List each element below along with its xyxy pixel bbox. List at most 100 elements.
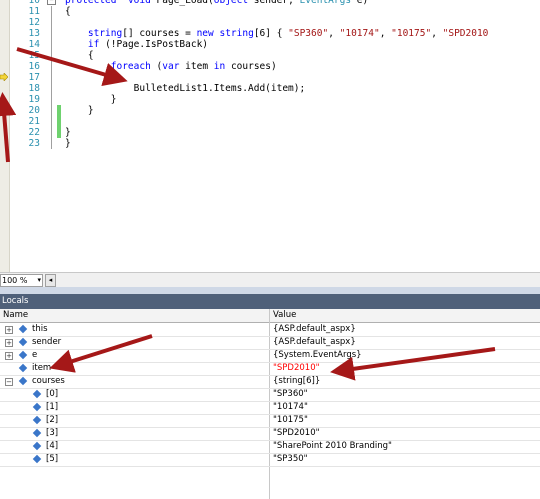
local-value[interactable]: "SP350" bbox=[273, 453, 308, 466]
locals-row[interactable]: − courses {string[6]} bbox=[0, 375, 540, 389]
locals-row[interactable]: [1] "10174" bbox=[0, 401, 540, 415]
local-name: [4] bbox=[46, 441, 59, 451]
outline-guide bbox=[51, 6, 52, 17]
code-token: "SP360" bbox=[288, 28, 329, 39]
code-line[interactable]: 12 bbox=[0, 17, 540, 28]
locals-row[interactable]: + this {ASP.default_aspx} bbox=[0, 323, 540, 337]
code-line[interactable]: 14 if (!Page.IsPostBack) bbox=[0, 39, 540, 50]
locals-row[interactable]: [2] "10175" bbox=[0, 414, 540, 428]
local-value[interactable]: "10175" bbox=[273, 414, 308, 427]
collapse-icon[interactable]: − bbox=[47, 0, 56, 5]
line-number: 11 bbox=[28, 6, 40, 17]
local-value[interactable]: {ASP.default_aspx} bbox=[273, 323, 356, 336]
variable-icon bbox=[18, 324, 28, 334]
code-token: var bbox=[162, 61, 180, 72]
outline-guide bbox=[51, 127, 52, 138]
line-number: 14 bbox=[28, 39, 40, 50]
code-text: foreach (var item in courses) bbox=[65, 61, 277, 72]
code-line[interactable]: 15 { bbox=[0, 50, 540, 61]
header-name[interactable]: Name bbox=[3, 309, 28, 322]
zoom-level: 100 % bbox=[2, 276, 28, 285]
local-value[interactable]: {System.EventArgs} bbox=[273, 349, 362, 362]
code-line[interactable]: 22} bbox=[0, 127, 540, 138]
outline-guide bbox=[51, 50, 52, 61]
header-value[interactable]: Value bbox=[273, 309, 296, 322]
outline-guide bbox=[51, 17, 52, 28]
editor-bottom-strip: 100 % ▾ ◂ bbox=[0, 272, 540, 287]
line-number: 18 bbox=[28, 83, 40, 94]
variable-icon bbox=[18, 363, 28, 373]
code-token: , bbox=[328, 28, 340, 39]
variable-icon bbox=[18, 350, 28, 360]
code-token: [] courses = bbox=[122, 28, 197, 39]
outline-guide bbox=[51, 116, 52, 127]
locals-row[interactable]: [4] "SharePoint 2010 Branding" bbox=[0, 440, 540, 454]
code-token: string bbox=[219, 28, 254, 39]
code-token: (!Page.IsPostBack) bbox=[99, 39, 209, 50]
local-value[interactable]: {string[6]} bbox=[273, 375, 320, 388]
code-line[interactable]: 13 string[] courses = new string[6] { "S… bbox=[0, 28, 540, 39]
code-token: "10175" bbox=[391, 28, 432, 39]
variable-icon bbox=[32, 454, 42, 464]
code-line[interactable]: 11 { bbox=[0, 6, 540, 17]
code-token: courses) bbox=[225, 61, 277, 72]
code-text: } bbox=[65, 94, 117, 105]
code-line[interactable]: 19 } bbox=[0, 94, 540, 105]
outline-guide bbox=[51, 28, 52, 39]
locals-row[interactable]: [3] "SPD2010" bbox=[0, 427, 540, 441]
collapse-icon[interactable]: − bbox=[5, 378, 13, 386]
local-name: [0] bbox=[46, 389, 59, 399]
code-text: { bbox=[65, 50, 94, 61]
local-value[interactable]: "SPD2010" bbox=[273, 427, 320, 440]
chevron-down-icon: ▾ bbox=[37, 276, 41, 284]
code-line[interactable]: 17 { bbox=[0, 72, 540, 83]
expand-icon[interactable]: + bbox=[5, 352, 13, 360]
local-value[interactable]: "SPD2010" bbox=[273, 362, 320, 375]
code-line[interactable]: 16 foreach (var item in courses) bbox=[0, 61, 540, 72]
locals-row[interactable]: + e {System.EventArgs} bbox=[0, 349, 540, 363]
expand-icon[interactable]: + bbox=[5, 339, 13, 347]
code-line[interactable]: 20 } bbox=[0, 105, 540, 116]
code-token: { bbox=[65, 6, 71, 17]
code-token: item bbox=[179, 61, 214, 72]
local-name: this bbox=[32, 324, 48, 334]
code-token: in bbox=[213, 61, 226, 72]
code-token: if bbox=[87, 39, 100, 50]
code-line[interactable]: 21 bbox=[0, 116, 540, 127]
code-token: "10174" bbox=[339, 28, 380, 39]
line-number: 12 bbox=[28, 17, 40, 28]
locals-grid[interactable]: Name Value + this {ASP.default_aspx} + sende… bbox=[0, 309, 540, 499]
code-line[interactable]: 18 BulletedList1.Items.Add(item); bbox=[0, 83, 540, 94]
code-token: "SPD2010 bbox=[442, 28, 489, 39]
local-value[interactable]: "SharePoint 2010 Branding" bbox=[273, 440, 392, 453]
outline-guide bbox=[51, 105, 52, 116]
code-token: [6] { bbox=[253, 28, 289, 39]
panel-splitter[interactable] bbox=[0, 287, 540, 294]
change-marker bbox=[57, 116, 61, 127]
code-text: { bbox=[65, 6, 71, 17]
local-name: [1] bbox=[46, 402, 59, 412]
local-value[interactable]: "10174" bbox=[273, 401, 308, 414]
code-text: } bbox=[65, 138, 71, 149]
line-number: 19 bbox=[28, 94, 40, 105]
variable-icon bbox=[32, 389, 42, 399]
code-editor[interactable]: 10− protected void Page_Load(object sende… bbox=[0, 0, 540, 272]
code-token: , bbox=[379, 28, 392, 39]
variable-icon bbox=[32, 415, 42, 425]
local-value[interactable]: {ASP.default_aspx} bbox=[273, 336, 356, 349]
scroll-left-button[interactable]: ◂ bbox=[45, 274, 56, 287]
expand-icon[interactable]: + bbox=[5, 326, 13, 334]
local-value[interactable]: "SP360" bbox=[273, 388, 308, 401]
change-marker bbox=[57, 127, 61, 138]
line-number: 20 bbox=[28, 105, 40, 116]
locals-row[interactable]: item "SPD2010" bbox=[0, 362, 540, 376]
locals-row[interactable]: [5] "SP350" bbox=[0, 453, 540, 467]
zoom-dropdown[interactable]: 100 % ▾ bbox=[0, 274, 43, 287]
code-line[interactable]: 23} bbox=[0, 138, 540, 149]
code-text: } bbox=[65, 105, 94, 116]
locals-row[interactable]: + sender {ASP.default_aspx} bbox=[0, 336, 540, 350]
variable-icon bbox=[32, 428, 42, 438]
locals-row[interactable]: [0] "SP360" bbox=[0, 388, 540, 402]
